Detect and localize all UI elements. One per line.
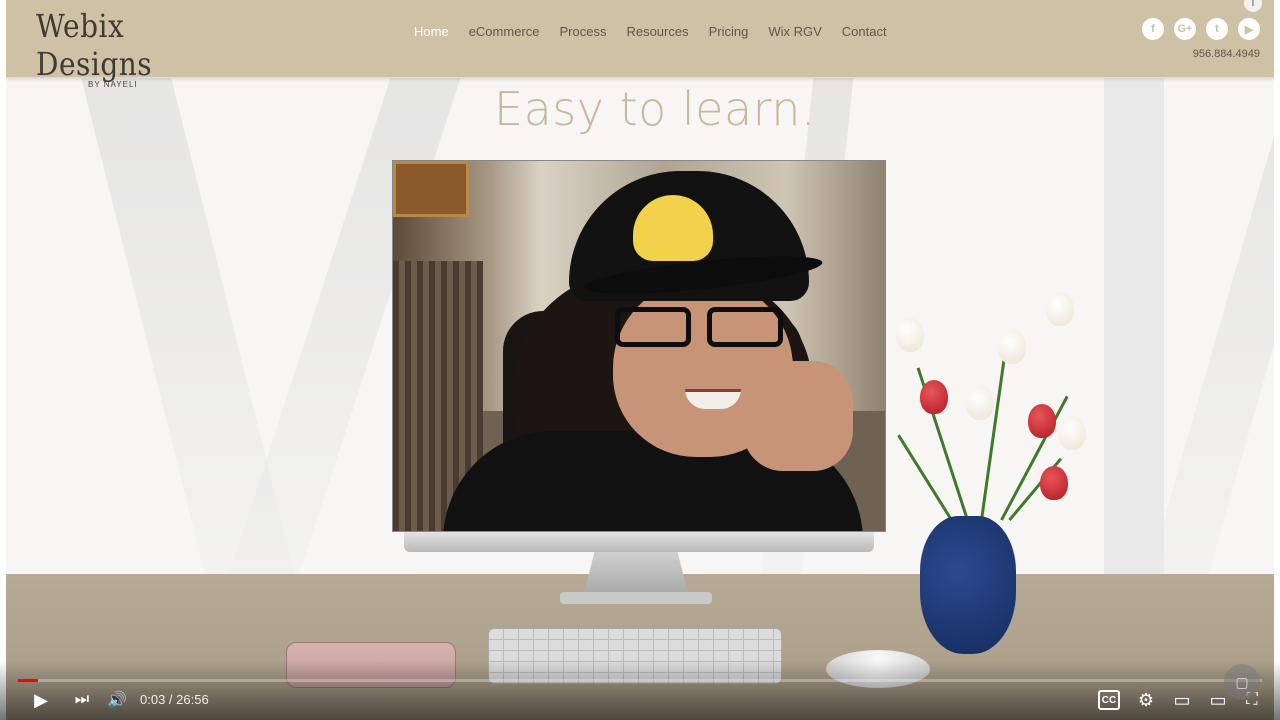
tulip-flower: [966, 386, 994, 420]
glasses-lens: [707, 307, 783, 347]
time-display: 0:03 / 26:56: [140, 692, 209, 707]
phone-number: 956.884.4949: [1192, 48, 1260, 60]
nav-item-contact[interactable]: Contact: [842, 24, 887, 39]
social-links: f G+ t ▶: [1142, 18, 1260, 40]
miniplayer-icon[interactable]: ▭: [1170, 688, 1194, 712]
nav-item-ecommerce[interactable]: eCommerce: [469, 24, 540, 39]
twitter-icon[interactable]: t: [1206, 18, 1228, 40]
settings-icon[interactable]: ⚙: [1134, 688, 1158, 712]
logo-text: Webix Designs: [36, 7, 153, 83]
eyeglasses: [615, 307, 785, 351]
time-current: 0:03: [140, 692, 166, 707]
tulip-flower: [1058, 416, 1086, 450]
webcam-feed: [392, 160, 886, 532]
blue-vase: [920, 516, 1016, 654]
tulip-flower: [1028, 404, 1056, 438]
site-header: Webix Designs BY NAYELI Home eCommerce P…: [6, 0, 1274, 89]
nav-item-resources[interactable]: Resources: [626, 24, 688, 39]
person-hand: [743, 361, 853, 471]
next-icon[interactable]: ⏭: [70, 688, 94, 712]
monitor-chin: [404, 532, 874, 552]
tulip-flower: [896, 318, 924, 352]
facebook-icon[interactable]: f: [1142, 18, 1164, 40]
progress-bar[interactable]: [18, 679, 1262, 682]
youtube-icon[interactable]: ▶: [1238, 18, 1260, 40]
nav-item-home[interactable]: Home: [414, 24, 449, 39]
tulip-flower: [1040, 466, 1068, 500]
time-separator: /: [165, 692, 177, 707]
chat-bubble-icon[interactable]: ▢: [1224, 664, 1260, 700]
monitor-stand: [584, 552, 688, 594]
captions-icon[interactable]: CC: [1098, 690, 1120, 710]
site-logo[interactable]: Webix Designs BY NAYELI: [36, 7, 196, 89]
google-plus-icon[interactable]: G+: [1174, 18, 1196, 40]
video-player[interactable]: Webix Designs BY NAYELI Home eCommerce P…: [0, 0, 1280, 720]
progress-bar-played: [18, 679, 38, 682]
site-nav: Home eCommerce Process Resources Pricing…: [414, 24, 887, 39]
player-controls-bar: [0, 660, 1280, 720]
tulip-flower: [1046, 292, 1074, 326]
nav-item-pricing[interactable]: Pricing: [709, 24, 749, 39]
hero-headline: Easy to learn.: [494, 82, 817, 136]
wall-picture-frame: [393, 161, 469, 217]
nav-item-wix-rgv[interactable]: Wix RGV: [768, 24, 821, 39]
play-icon[interactable]: ▶: [28, 688, 54, 712]
tulip-flower: [920, 380, 948, 414]
nav-item-process[interactable]: Process: [559, 24, 606, 39]
volume-icon[interactable]: 🔊: [104, 688, 130, 712]
light-beam: [1104, 78, 1164, 598]
tulip-flower: [998, 330, 1026, 364]
monitor-foot: [560, 592, 712, 604]
glasses-lens: [615, 307, 691, 347]
time-total: 26:56: [176, 692, 209, 707]
